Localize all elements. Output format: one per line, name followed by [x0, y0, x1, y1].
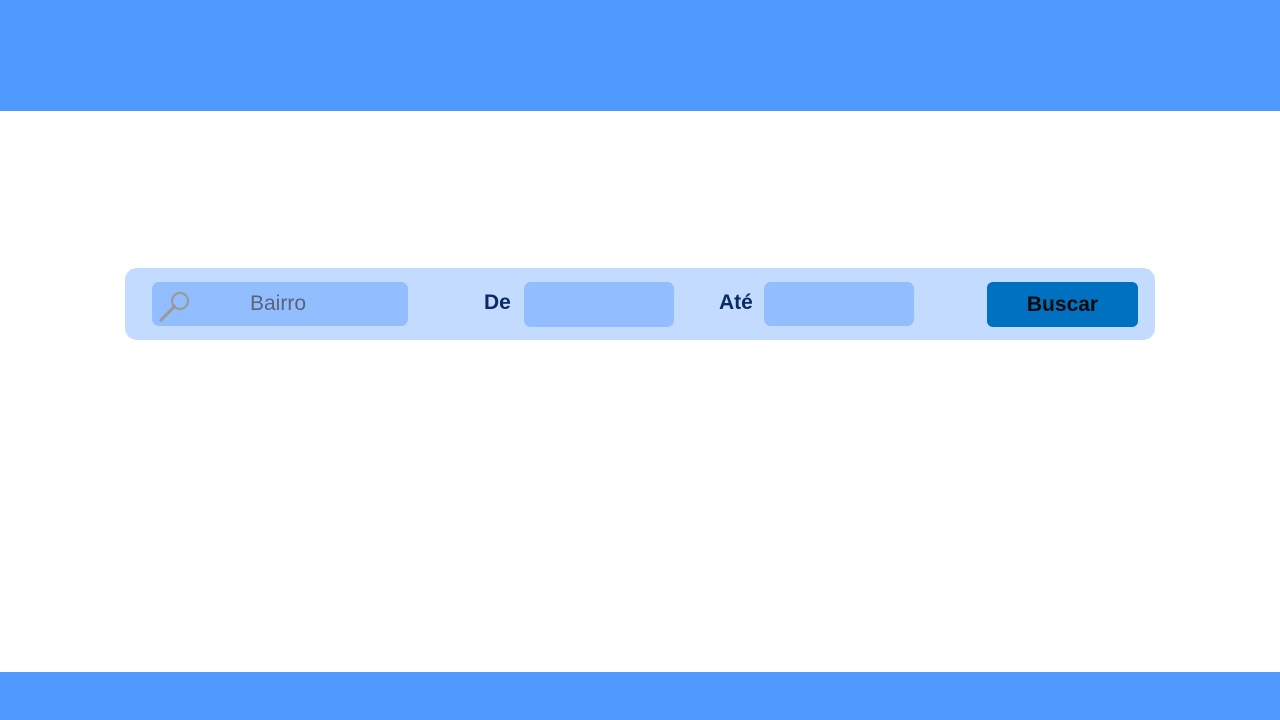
bairro-field[interactable] — [152, 282, 408, 326]
footer-band — [0, 672, 1280, 720]
search-button[interactable]: Buscar — [987, 282, 1138, 327]
to-input[interactable] — [764, 282, 914, 326]
to-label: Até — [719, 291, 753, 314]
search-panel: De Até Buscar — [125, 268, 1155, 340]
bairro-input[interactable] — [152, 282, 408, 326]
page: De Até Buscar — [0, 0, 1280, 720]
from-label: De — [484, 291, 511, 314]
header-band — [0, 0, 1280, 111]
from-input[interactable] — [524, 282, 674, 327]
